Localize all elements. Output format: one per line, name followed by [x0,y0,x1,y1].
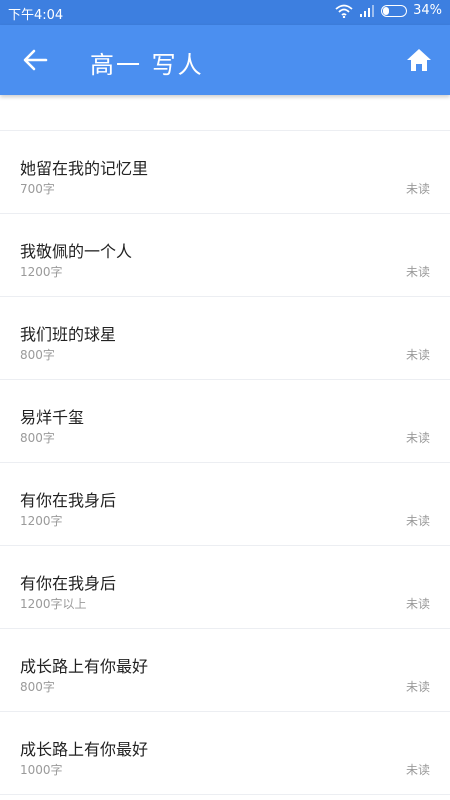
essay-list-item[interactable]: 我敬佩的一个人 1200字 未读 [0,214,450,297]
essay-word-count: 1200字 [20,265,63,279]
read-status: 未读 [405,182,430,196]
essay-title: 易烊千玺 [20,408,85,427]
battery-level [383,6,390,15]
essay-list[interactable]: 她留在我的记忆里 700字 未读 我敬佩的一个人 1200字 未读 我们班的球星 800字 未读… [0,95,450,800]
essay-list-item[interactable]: 易烊千玺 800字 未读 [0,380,450,463]
essay-title: 有你在我身后 [20,491,117,510]
essay-list-item[interactable]: 有你在我身后 1200字以上 未读 [0,546,450,629]
back-arrow-icon [23,49,48,71]
essay-list-item[interactable] [0,95,450,131]
read-status: 未读 [405,763,430,777]
essay-list-item[interactable]: 我们班的球星 800字 未读 [0,297,450,380]
essay-list-item[interactable]: 她留在我的记忆里 700字 未读 [0,131,450,214]
essay-title: 她留在我的记忆里 [20,159,149,178]
essay-title: 成长路上有你最好 [20,740,149,759]
read-status: 未读 [405,514,430,528]
essay-title: 我敬佩的一个人 [20,242,133,261]
read-status: 未读 [405,597,430,611]
essay-word-count: 1200字 [20,514,63,528]
essay-title: 有你在我身后 [20,574,117,593]
essay-word-count: 700字 [20,182,55,196]
essay-word-count: 800字 [20,431,55,445]
read-status: 未读 [405,265,430,279]
app-bar: 高一 写人 [0,25,450,95]
essay-word-count: 800字 [20,348,55,362]
page-title: 高一 写人 [90,51,204,79]
essay-title: 我们班的球星 [20,325,117,344]
battery-percentage: 34% [413,3,442,18]
read-status: 未读 [405,431,430,445]
read-status: 未读 [405,348,430,362]
battery-icon [381,4,408,17]
home-button[interactable] [404,45,434,75]
essay-list-inner: 她留在我的记忆里 700字 未读 我敬佩的一个人 1200字 未读 我们班的球星 800字 未读… [0,95,450,795]
essay-list-item[interactable]: 有你在我身后 1200字 未读 [0,463,450,546]
essay-word-count: 800字 [20,680,55,694]
home-icon [407,49,431,71]
essay-word-count: 1200字以上 [20,597,87,611]
status-bar: 下午4:04 34% [0,0,450,25]
wifi-icon [335,4,353,18]
back-button[interactable] [18,45,52,75]
essay-list-item[interactable]: 成长路上有你最好 1000字 未读 [0,712,450,795]
signal-icon [360,4,375,17]
essay-list-item[interactable]: 成长路上有你最好 800字 未读 [0,629,450,712]
essay-word-count: 1000字 [20,763,63,777]
read-status: 未读 [405,680,430,694]
essay-title: 成长路上有你最好 [20,657,149,676]
status-icons: 34% [335,3,442,18]
status-time: 下午4:04 [8,8,64,23]
